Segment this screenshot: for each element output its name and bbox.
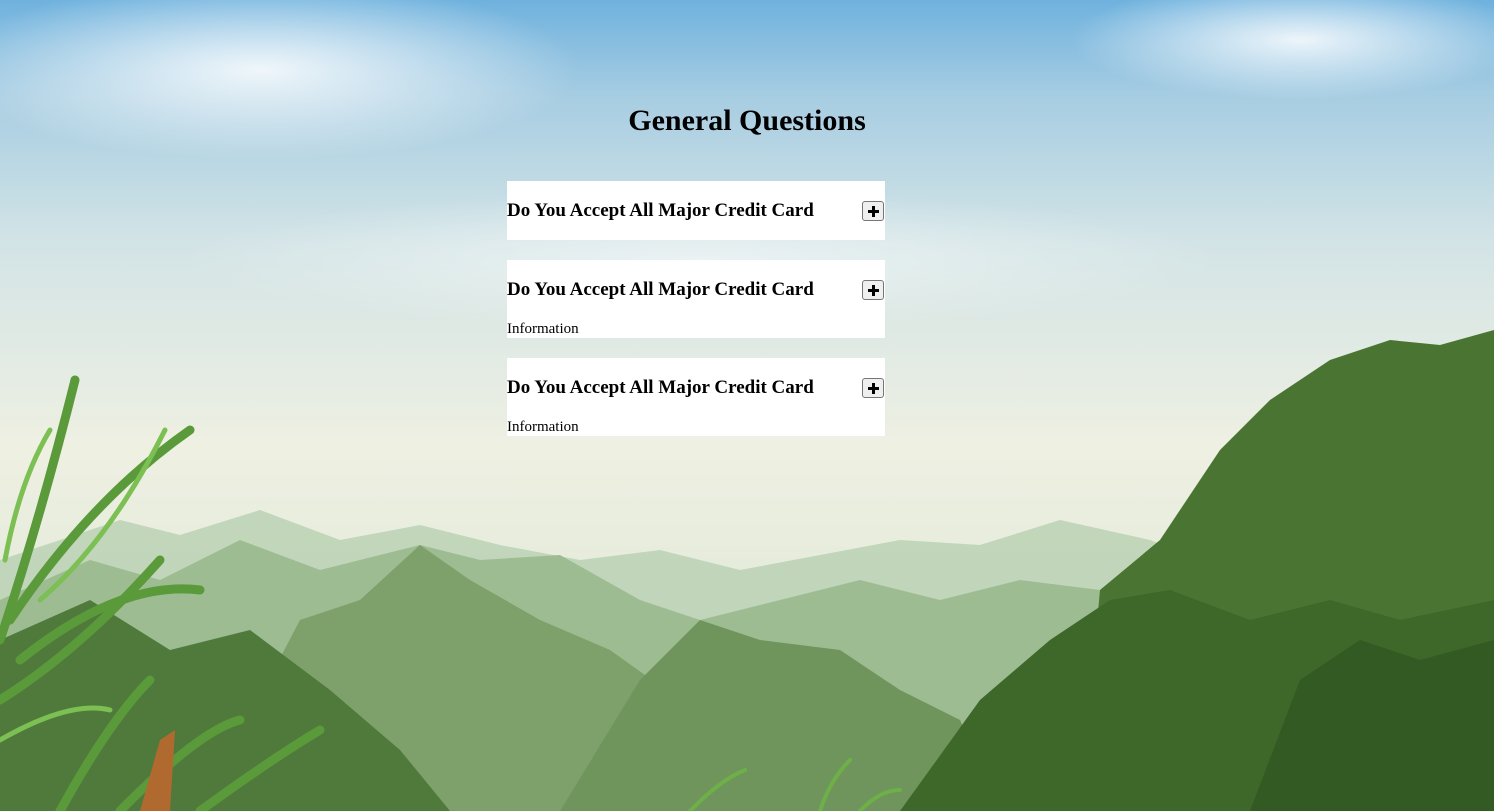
page-title: General Questions	[628, 104, 866, 137]
faq-toggle-button[interactable]	[862, 201, 884, 221]
faq-answer: Information	[507, 321, 579, 337]
faq-question: Do You Accept All Major Credit Card	[507, 279, 814, 300]
faq-toggle-button[interactable]	[862, 280, 884, 300]
faq-item: Do You Accept All Major Credit Card Info…	[507, 358, 885, 436]
faq-question: Do You Accept All Major Credit Card	[507, 377, 814, 398]
faq-answer: Information	[507, 419, 579, 435]
plus-icon	[867, 284, 879, 296]
faq-toggle-button[interactable]	[862, 378, 884, 398]
faq-item: Do You Accept All Major Credit Card Info…	[507, 260, 885, 338]
faq-item: Do You Accept All Major Credit Card	[507, 181, 885, 240]
faq-question: Do You Accept All Major Credit Card	[507, 200, 814, 221]
faq-list: Do You Accept All Major Credit Card Do Y…	[507, 181, 885, 456]
faq-page: General Questions Do You Accept All Majo…	[0, 0, 1494, 811]
plus-icon	[867, 382, 879, 394]
plus-icon	[867, 205, 879, 217]
